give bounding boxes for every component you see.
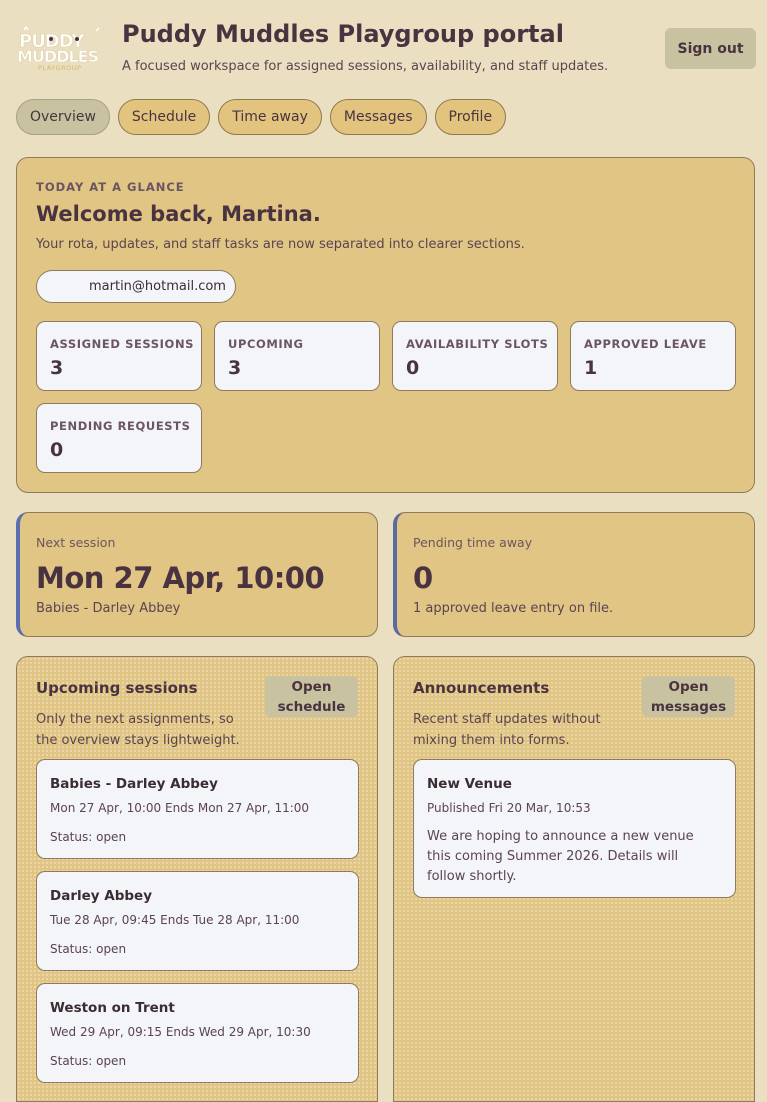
user-email-badge: martin@hotmail.com — [36, 270, 236, 303]
tab-schedule[interactable]: Schedule — [117, 99, 211, 135]
pending-time-away-note: 1 approved leave entry on file. — [413, 601, 614, 616]
glance-description: Your rota, updates, and staff tasks are … — [36, 237, 525, 252]
next-session-panel: Next session Mon 27 Apr, 10:00 Babies - … — [16, 512, 378, 637]
page-subtitle: A focused workspace for assigned session… — [122, 59, 609, 74]
session-status: Status: open — [50, 942, 127, 956]
stat-label: ASSIGNED SESSIONS — [50, 337, 195, 351]
stat-label: PENDING REQUESTS — [50, 419, 191, 433]
session-title: Darley Abbey — [50, 888, 152, 904]
announcements-title: Announcements — [413, 679, 550, 697]
open-messages-button[interactable]: Open messages — [642, 676, 735, 717]
nav-tabs: Overview Schedule Time away Messages Pro… — [16, 99, 507, 135]
glance-panel: TODAY AT A GLANCE Welcome back, Martina.… — [16, 157, 755, 493]
glance-eyebrow: TODAY AT A GLANCE — [36, 180, 185, 194]
announcement-body: We are hoping to announce a new venue th… — [427, 829, 694, 884]
puddy-muddles-logo: PUDDY MUDDLES PLAYGROUP — [17, 26, 100, 72]
stat-approved-leave: APPROVED LEAVE 1 — [570, 321, 736, 391]
stat-value: 0 — [406, 357, 420, 379]
tab-profile[interactable]: Profile — [434, 99, 507, 135]
stat-value: 1 — [584, 357, 598, 379]
pending-time-away-panel: Pending time away 0 1 approved leave ent… — [393, 512, 755, 637]
session-times: Wed 29 Apr, 09:15 Ends Wed 29 Apr, 10:30 — [50, 1025, 311, 1039]
stat-label: APPROVED LEAVE — [584, 337, 707, 351]
pending-time-away-label: Pending time away — [413, 535, 533, 550]
upcoming-sessions-title: Upcoming sessions — [36, 679, 198, 697]
pending-time-away-count: 0 — [413, 561, 433, 595]
stat-pending-requests: PENDING REQUESTS 0 — [36, 403, 202, 473]
upcoming-sessions-panel: Upcoming sessions Only the next assignme… — [16, 656, 378, 1102]
tab-messages[interactable]: Messages — [329, 99, 427, 135]
session-card[interactable]: Babies - Darley Abbey Mon 27 Apr, 10:00 … — [36, 759, 359, 859]
next-session-label: Next session — [36, 535, 116, 550]
next-session-location: Babies - Darley Abbey — [36, 601, 181, 616]
session-card[interactable]: Weston on Trent Wed 29 Apr, 09:15 Ends W… — [36, 983, 359, 1083]
session-title: Weston on Trent — [50, 1000, 175, 1016]
page-header: PUDDY MUDDLES PLAYGROUP Puddy Muddles Pl… — [14, 18, 756, 88]
tab-overview[interactable]: Overview — [16, 99, 110, 135]
stat-value: 3 — [50, 357, 64, 379]
session-status: Status: open — [50, 1054, 127, 1068]
announcements-description: Recent staff updates without mixing them… — [413, 712, 601, 748]
session-title: Babies - Darley Abbey — [50, 776, 218, 792]
stat-label: AVAILABILITY SLOTS — [406, 337, 549, 351]
tab-time-away[interactable]: Time away — [218, 99, 322, 135]
stat-label: UPCOMING — [228, 337, 304, 351]
stat-availability-slots: AVAILABILITY SLOTS 0 — [392, 321, 558, 391]
announcement-published: Published Fri 20 Mar, 10:53 — [427, 801, 591, 815]
sign-out-button[interactable]: Sign out — [665, 28, 756, 69]
upcoming-sessions-description: Only the next assignments, so the overvi… — [36, 712, 240, 748]
session-times: Mon 27 Apr, 10:00 Ends Mon 27 Apr, 11:00 — [50, 801, 310, 815]
next-session-datetime: Mon 27 Apr, 10:00 — [36, 561, 325, 595]
stat-value: 0 — [50, 439, 64, 461]
session-status: Status: open — [50, 830, 127, 844]
stat-value: 3 — [228, 357, 242, 379]
welcome-heading: Welcome back, Martina. — [36, 202, 321, 226]
page-title: Puddy Muddles Playgroup portal — [122, 20, 564, 48]
announcements-panel: Announcements Recent staff updates witho… — [393, 656, 755, 1102]
announcement-card[interactable]: New Venue Published Fri 20 Mar, 10:53 We… — [413, 759, 736, 898]
session-card[interactable]: Darley Abbey Tue 28 Apr, 09:45 Ends Tue … — [36, 871, 359, 971]
open-schedule-button[interactable]: Open schedule — [265, 676, 358, 717]
stat-upcoming: UPCOMING 3 — [214, 321, 380, 391]
session-times: Tue 28 Apr, 09:45 Ends Tue 28 Apr, 11:00 — [50, 913, 300, 927]
stat-assigned-sessions: ASSIGNED SESSIONS 3 — [36, 321, 202, 391]
announcement-title: New Venue — [427, 776, 512, 792]
svg-text:PLAYGROUP: PLAYGROUP — [38, 64, 81, 72]
